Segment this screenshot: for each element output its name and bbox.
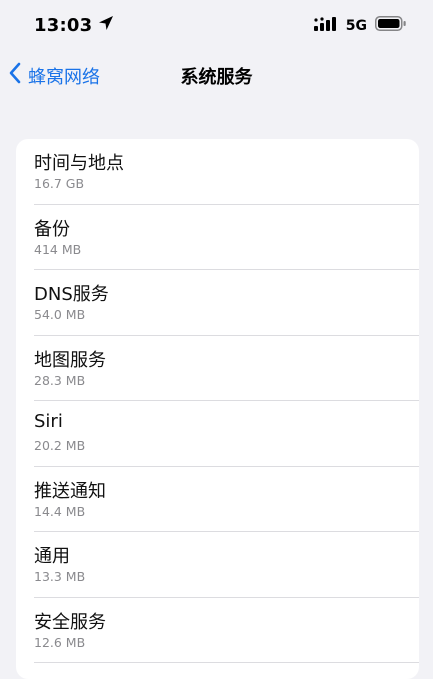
service-usage: 28.3 MB [34, 372, 86, 388]
location-arrow-icon [98, 15, 114, 36]
status-indicators: 5G [313, 16, 407, 35]
service-usage: 414 MB [34, 241, 82, 257]
service-name: 地图服务 [34, 349, 106, 371]
cellular-signal-icon [313, 16, 338, 35]
status-bar: 13:03 5G [0, 0, 433, 50]
service-usage: 14.4 MB [34, 503, 86, 519]
service-name: 备份 [34, 218, 70, 240]
list-item: 推送通知 14.4 MB [16, 467, 419, 533]
service-name: DNS服务 [34, 284, 109, 305]
list-item: 通用 13.3 MB [16, 532, 419, 598]
service-name: 安全服务 [34, 611, 106, 633]
list-item: 时间与地点 16.7 GB [16, 139, 419, 205]
service-usage: 54.0 MB [34, 307, 86, 322]
service-name: 时间与地点 [34, 153, 124, 174]
status-time: 13:03 [34, 15, 93, 36]
service-usage: 13.3 MB [34, 569, 86, 584]
list-item: DNS服务 54.0 MB [16, 270, 419, 336]
service-name: Siri [34, 411, 63, 432]
list-item: Siri 20.2 MB [16, 401, 419, 467]
status-time-group: 13:03 [34, 15, 114, 36]
list-item: 备份 414 MB [16, 205, 419, 271]
service-usage: 20.2 MB [34, 438, 86, 453]
service-usage: 16.7 GB [34, 176, 85, 191]
page-title: 系统服务 [180, 67, 253, 88]
service-usage: 12.6 MB [34, 634, 86, 650]
list-item: 地图服务 28.3 MB [16, 336, 419, 402]
services-list: 时间与地点 16.7 GB 备份 414 MB DNS服务 54.0 MB 地图… [16, 139, 419, 679]
list-item: 安全服务 12.6 MB [16, 598, 419, 664]
navigation-bar: 蜂窝网络 系统服务 [0, 52, 433, 96]
service-name: 推送通知 [34, 480, 106, 502]
service-name: 通用 [34, 546, 70, 567]
network-type: 5G [345, 17, 367, 34]
battery-icon [375, 16, 407, 35]
